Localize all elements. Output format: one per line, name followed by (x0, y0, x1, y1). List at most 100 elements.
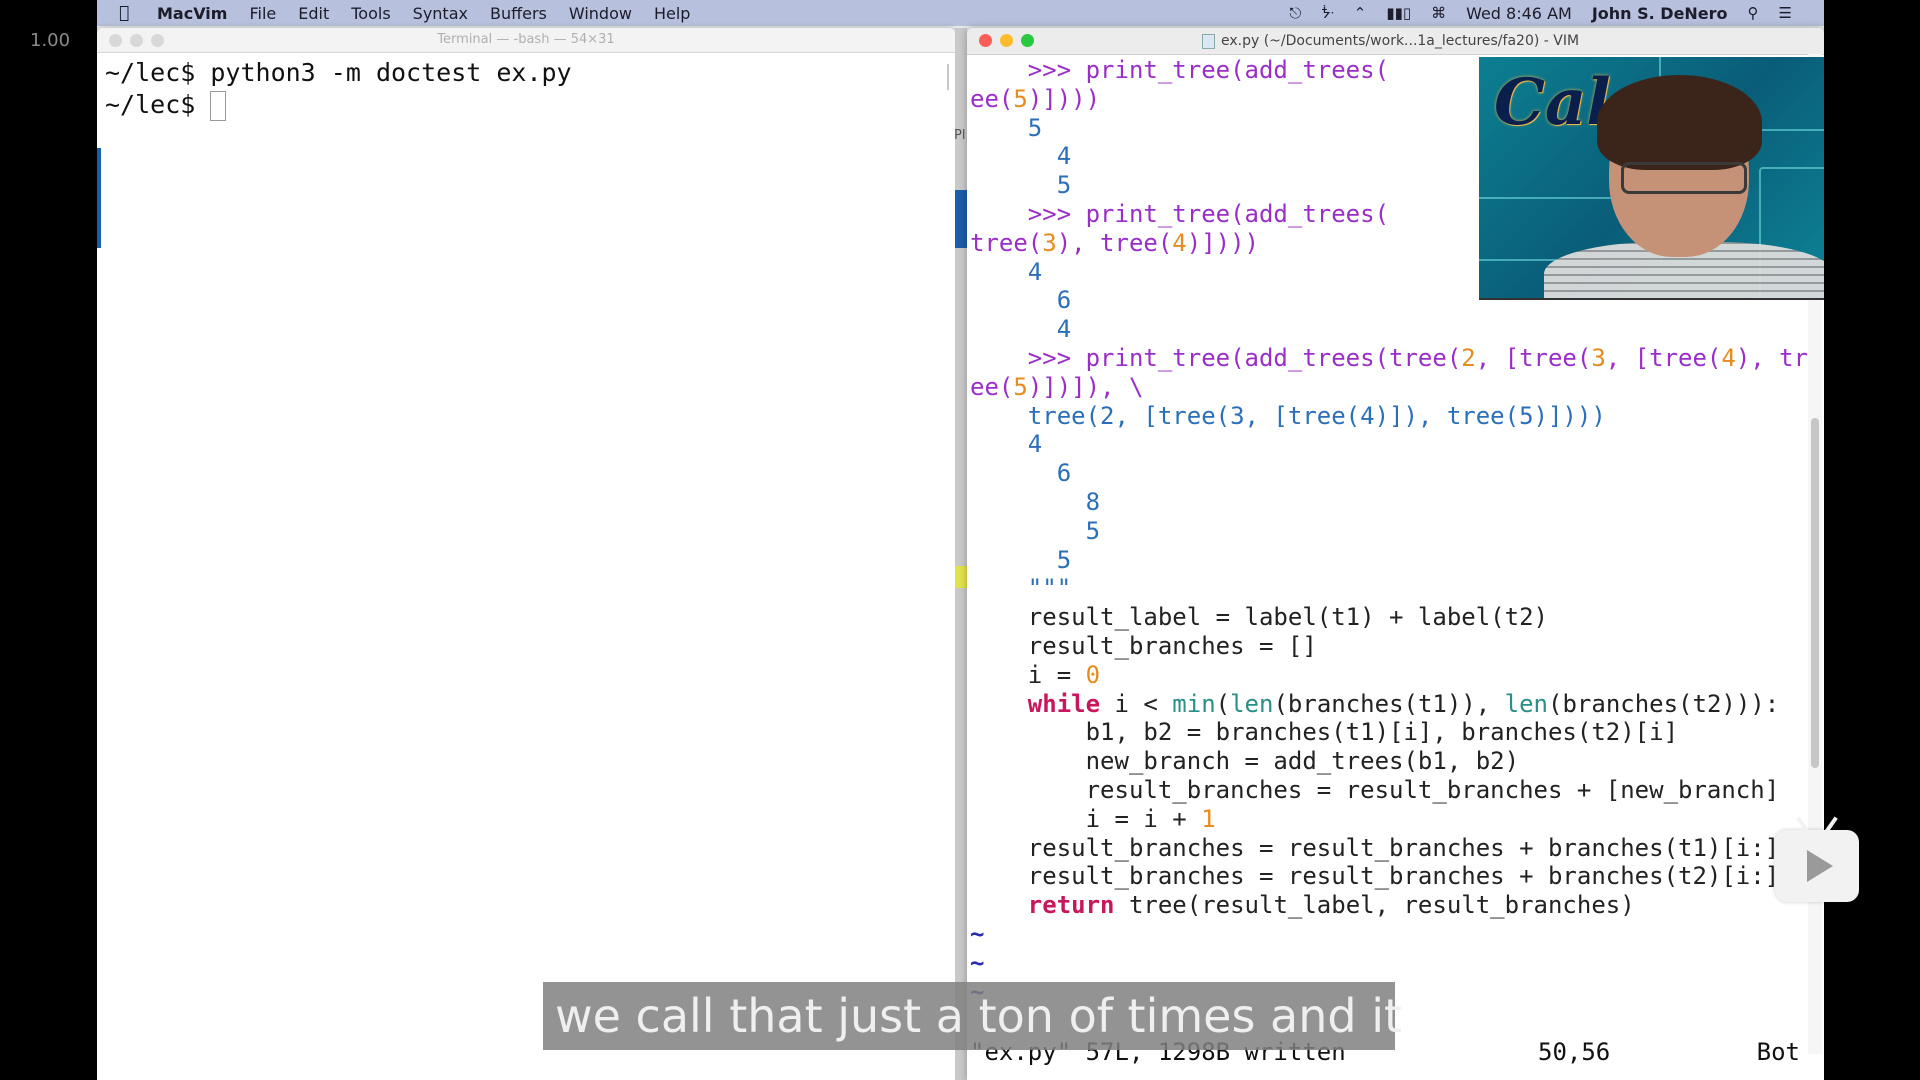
tv-antenna-right (1824, 816, 1838, 834)
background-window-button[interactable] (955, 190, 967, 248)
menu-tools[interactable]: Tools (351, 4, 390, 23)
code-token: 3 (1591, 343, 1606, 372)
menu-help[interactable]: Help (654, 4, 690, 23)
code-line: while i < min(len(branches(t1)), len(bra… (970, 690, 1810, 719)
code-token: ( (1215, 689, 1231, 718)
text-cursor (210, 91, 227, 121)
code-line: return tree(result_label, result_branche… (970, 891, 1810, 920)
vim-scrollbar-thumb[interactable] (1811, 418, 1819, 768)
playback-speed: 1.00 (30, 30, 71, 51)
code-token: 8 (970, 487, 1101, 516)
code-line: ~ (970, 920, 1810, 949)
vim-title: ex.py (~/Documents/work...1a_lectures/fa… (1202, 28, 1579, 54)
vim-titlebar[interactable]: ex.py (~/Documents/work...1a_lectures/fa… (967, 28, 1824, 55)
code-token: b1, b2 = branches(t1)[i], branches(t2)[i… (970, 718, 1679, 747)
empty-line-marker: ~ (970, 948, 985, 977)
close-button[interactable] (109, 34, 122, 47)
code-line: result_branches = result_branches + bran… (970, 862, 1810, 891)
python-file-icon (1202, 33, 1215, 49)
code-token: 4 (970, 257, 1043, 286)
minimize-button[interactable] (1000, 34, 1013, 47)
spotlight-search-icon[interactable]: ⚲ (1748, 4, 1759, 22)
code-token: >>> print_tree(add_trees( (970, 56, 1390, 84)
code-token: (branches(t1)), (1273, 689, 1505, 718)
code-line: """ (970, 574, 1810, 603)
menu-clock[interactable]: Wed 8:46 AM (1466, 4, 1572, 23)
menu-buffers[interactable]: Buffers (490, 4, 547, 23)
dropbox-icon[interactable]: ⎋ (1289, 4, 1301, 22)
background-window-label: Pl (954, 128, 966, 143)
code-line: i = 0 (970, 661, 1810, 690)
input-source-icon[interactable]: ⌘ (1431, 4, 1446, 22)
menu-syntax[interactable]: Syntax (413, 4, 468, 23)
code-token: 4 (1172, 228, 1187, 257)
background-window-edge (97, 148, 101, 248)
terminal-line: ~/lec$ python3 -m doctest ex.py (105, 57, 955, 89)
code-token: result_branches = result_branches + [new… (970, 775, 1780, 804)
menu-bar:  MacVim File Edit Tools Syntax Buffers … (97, 0, 1824, 26)
code-token: i = i + (970, 804, 1202, 833)
code-token: 4 (970, 142, 1072, 171)
menu-window[interactable]: Window (569, 4, 632, 23)
menu-file[interactable]: File (249, 4, 276, 23)
code-token: 3 (1042, 228, 1057, 257)
code-token: )]))) (1186, 228, 1259, 257)
code-token: len (1504, 689, 1549, 718)
webcam-overlay: Cal (1479, 57, 1824, 300)
code-token: 1 (1201, 804, 1216, 833)
video-play-logo[interactable] (1775, 816, 1859, 902)
apple-menu-icon[interactable]:  (119, 4, 135, 22)
play-icon (1807, 850, 1833, 882)
close-button[interactable] (979, 34, 992, 47)
code-line: 6 (970, 459, 1810, 488)
code-line: result_branches = result_branches + bran… (970, 834, 1810, 863)
menu-app-name[interactable]: MacVim (157, 4, 227, 23)
terminal-titlebar[interactable]: Terminal — -bash — 54×31 (97, 28, 955, 53)
menu-edit[interactable]: Edit (298, 4, 329, 23)
menu-user[interactable]: John S. DeNero (1592, 4, 1728, 23)
code-token: 5 (1013, 84, 1028, 113)
empty-line-marker: ~ (970, 919, 985, 948)
wifi-icon[interactable]: ⌃ (1354, 4, 1367, 22)
zoom-button[interactable] (1021, 34, 1034, 47)
vim-title-text: ex.py (~/Documents/work...1a_lectures/fa… (1221, 33, 1580, 49)
code-token: result_branches = [] (970, 631, 1317, 660)
code-token: 0 (1085, 660, 1101, 689)
code-line: result_branches = [] (970, 632, 1810, 661)
code-token: 5 (970, 545, 1072, 574)
cal-logo: Cal (1494, 65, 1611, 140)
window-controls (109, 34, 164, 47)
code-token: ), tr (1735, 343, 1809, 372)
code-token: 5 (970, 171, 1072, 200)
code-line: 4 (970, 430, 1810, 459)
code-line: 5 (970, 517, 1810, 546)
code-token: 6 (970, 286, 1072, 315)
presenter-glasses (1621, 162, 1747, 194)
code-token: ee( (970, 84, 1014, 113)
code-token: """ (970, 574, 1072, 603)
code-token: ), tree( (1056, 228, 1173, 257)
terminal-scroll-indicator[interactable] (947, 64, 949, 90)
code-line: 4 (970, 315, 1810, 344)
code-token: result_branches = result_branches + bran… (970, 833, 1780, 862)
code-token: )]))) (1027, 84, 1101, 113)
code-token: 5 (970, 516, 1101, 545)
bluetooth-icon[interactable]: ᙽ (1321, 4, 1334, 22)
zoom-button[interactable] (151, 34, 164, 47)
menu-bar-status-area: ⎋ ᙽ ⌃ ▮▮▯ ⌘ Wed 8:46 AM John S. DeNero ⚲… (1289, 0, 1824, 26)
battery-icon[interactable]: ▮▮▯ (1386, 4, 1411, 22)
code-token: min (1172, 689, 1216, 718)
code-token: >>> print_tree(add_trees( (970, 199, 1390, 228)
terminal-window[interactable]: Terminal — -bash — 54×31 ~/lec$ python3 … (97, 28, 955, 1080)
background-window-sliver[interactable]: Pl (954, 28, 967, 1080)
code-token: 4 (970, 315, 1072, 344)
code-token: )])]), \ (1027, 372, 1144, 401)
minimize-button[interactable] (130, 34, 143, 47)
terminal-content[interactable]: ~/lec$ python3 -m doctest ex.py ~/lec$ (97, 53, 955, 121)
code-token: , [tree( (1605, 343, 1722, 372)
notification-center-icon[interactable]: ☰ (1779, 4, 1792, 22)
code-line: >>> print_tree(add_trees(tree(2, [tree(3… (970, 344, 1810, 373)
code-line: tree(2, [tree(3, [tree(4)]), tree(5)]))) (970, 402, 1810, 431)
code-token: (branches(t2))): (1548, 689, 1780, 718)
